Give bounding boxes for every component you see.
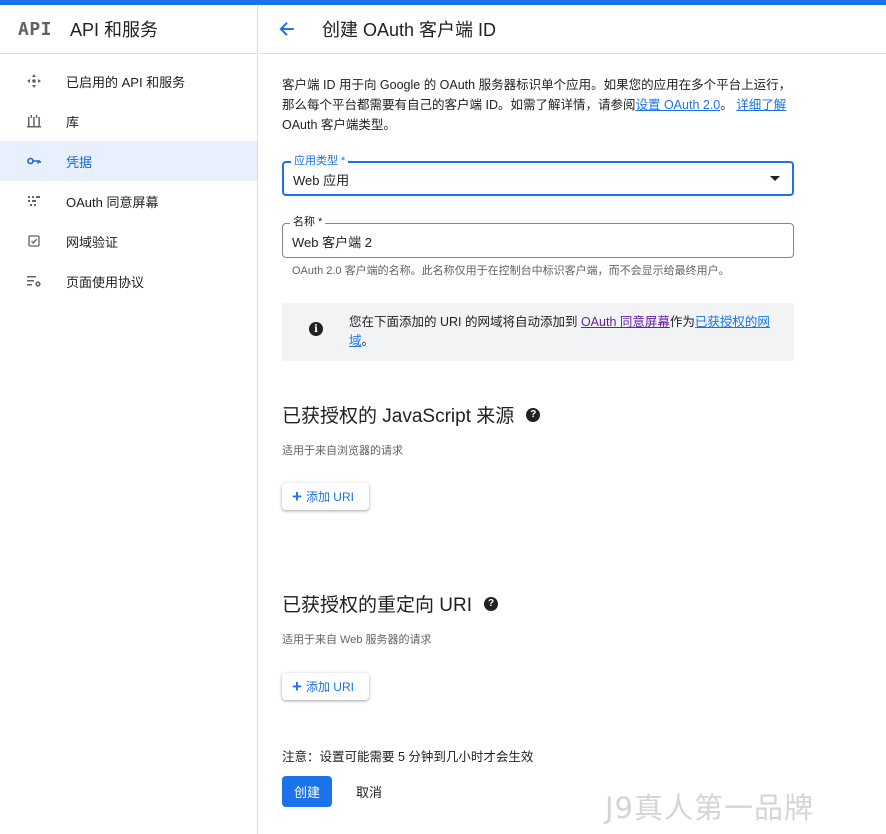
sidebar-item-library[interactable]: 库 xyxy=(0,101,257,141)
sidebar-header: API API 和服务 xyxy=(0,5,257,54)
name-label: 名称 * xyxy=(290,216,326,229)
plus-icon: + xyxy=(292,487,302,506)
sidebar-item-page-usage-agreements[interactable]: 页面使用协议 xyxy=(0,261,257,301)
note-text: 注意：设置可能需要 5 分钟到几小时才会生效 xyxy=(282,750,534,764)
info-icon: i xyxy=(309,322,323,336)
add-uri-label: 添加 URI xyxy=(305,680,354,694)
sidebar-title[interactable]: API 和服务 xyxy=(70,16,158,42)
consent-icon xyxy=(24,191,44,211)
add-js-origin-uri-button[interactable]: + 添加 URI xyxy=(282,483,369,510)
redirect-uris-title-text: 已获授权的重定向 URI xyxy=(282,595,473,616)
back-button[interactable] xyxy=(276,18,298,40)
api-logo[interactable]: API xyxy=(18,19,52,40)
sidebar-item-enabled-apis[interactable]: 已启用的 API 和服务 xyxy=(0,61,257,101)
setup-oauth-link[interactable]: 设置 OAuth 2.0 xyxy=(635,98,720,112)
library-icon xyxy=(24,111,44,131)
create-button[interactable]: 创建 xyxy=(282,776,332,807)
sidebar-item-label: 网域验证 xyxy=(66,234,119,250)
name-input[interactable]: 名称 * Web 客户端 2 xyxy=(282,216,794,258)
main-header: 创建 OAuth 客户端 ID xyxy=(259,5,886,54)
add-redirect-uri-button[interactable]: + 添加 URI xyxy=(282,673,369,700)
name-hint: OAuth 2.0 客户端的名称。此名称仅用于在控制台中标识客户端，而不会显示给… xyxy=(292,265,730,277)
intro-text: 客户端 ID 用于向 Google 的 OAuth 服务器标识单个应用。如果您的… xyxy=(282,75,794,135)
watermark: J9真人第一品牌 xyxy=(605,791,815,825)
info-text: 您在下面添加的 URI 的网域将自动添加到 OAuth 同意屏幕作为已获授权的网… xyxy=(349,313,779,351)
intro-text-part: 。 xyxy=(720,98,733,112)
settings-list-icon xyxy=(24,271,44,291)
dashboard-icon xyxy=(24,71,44,91)
sidebar-item-label: 库 xyxy=(66,114,80,130)
arrow-back-icon xyxy=(279,22,294,36)
app-type-value: Web 应用 xyxy=(293,173,350,188)
main-panel: 创建 OAuth 客户端 ID 客户端 ID 用于向 Google 的 OAut… xyxy=(259,5,886,834)
redirect-uris-title: 已获授权的重定向 URI ? xyxy=(282,590,499,617)
sidebar: API API 和服务 已启用的 API 和服务 库 凭据 OAuth 同意屏幕… xyxy=(0,5,258,834)
plus-icon: + xyxy=(292,677,302,696)
help-icon[interactable]: ? xyxy=(484,596,499,611)
sidebar-item-domain-verification[interactable]: 网域验证 xyxy=(0,221,257,261)
key-icon xyxy=(24,151,44,171)
form-content: 客户端 ID 用于向 Google 的 OAuth 服务器标识单个应用。如果您的… xyxy=(282,75,794,807)
cancel-button[interactable]: 取消 xyxy=(342,776,396,807)
js-origins-title: 已获授权的 JavaScript 来源 ? xyxy=(282,401,541,428)
sidebar-nav: 已启用的 API 和服务 库 凭据 OAuth 同意屏幕 网域验证 页面使用协议 xyxy=(0,54,257,301)
info-text-part: 您在下面添加的 URI 的网域将自动添加到 xyxy=(349,315,581,329)
sidebar-item-label: 凭据 xyxy=(66,154,93,170)
info-text-part: 。 xyxy=(361,334,375,348)
page-title: 创建 OAuth 客户端 ID xyxy=(322,20,497,40)
dropdown-arrow-icon xyxy=(770,176,780,181)
sidebar-item-label: 已启用的 API 和服务 xyxy=(66,74,186,90)
oauth-consent-link[interactable]: OAuth 同意屏幕 xyxy=(581,315,670,329)
checkbox-icon xyxy=(24,231,44,251)
name-value: Web 客户端 2 xyxy=(292,235,372,250)
add-uri-label: 添加 URI xyxy=(305,490,354,504)
info-text-part: 作为 xyxy=(669,315,695,329)
app-type-label: 应用类型 * xyxy=(291,155,349,168)
sidebar-item-credentials[interactable]: 凭据 xyxy=(0,141,257,181)
intro-text-part: OAuth 客户端类型。 xyxy=(282,118,396,132)
learn-more-link[interactable]: 详细了解 xyxy=(736,98,786,112)
info-banner: i 您在下面添加的 URI 的网域将自动添加到 OAuth 同意屏幕作为已获授权… xyxy=(282,303,794,361)
js-origins-subtitle: 适用于来自浏览器的请求 xyxy=(282,445,403,457)
help-icon[interactable]: ? xyxy=(526,407,541,422)
app-type-select[interactable]: 应用类型 * Web 应用 xyxy=(282,155,794,196)
sidebar-item-label: OAuth 同意屏幕 xyxy=(66,194,159,210)
sidebar-item-label: 页面使用协议 xyxy=(66,274,145,290)
sidebar-item-oauth-consent[interactable]: OAuth 同意屏幕 xyxy=(0,181,257,221)
redirect-uris-subtitle: 适用于来自 Web 服务器的请求 xyxy=(282,634,432,646)
js-origins-title-text: 已获授权的 JavaScript 来源 xyxy=(282,406,515,427)
